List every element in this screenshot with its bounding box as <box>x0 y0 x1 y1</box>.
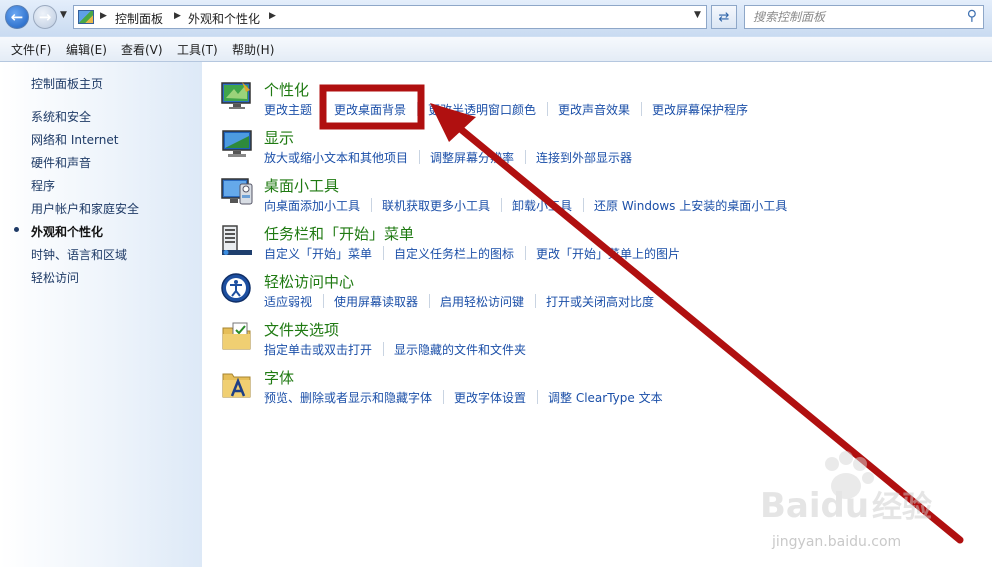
change-sound-effects-link[interactable]: 更改声音效果 <box>558 101 630 118</box>
high-contrast-link[interactable]: 打开或关闭高对比度 <box>546 293 654 310</box>
link-divider <box>583 198 584 212</box>
category-title[interactable]: 字体 <box>264 367 294 388</box>
link-divider <box>371 198 372 212</box>
restore-gadgets-link[interactable]: 还原 Windows 上安装的桌面小工具 <box>594 197 787 214</box>
link-divider <box>419 150 420 164</box>
menu-view[interactable]: 查看(V) <box>121 41 163 58</box>
sidebar-item-programs[interactable]: 程序 <box>31 177 55 194</box>
change-font-settings-link[interactable]: 更改字体设置 <box>454 389 526 406</box>
category-title[interactable]: 桌面小工具 <box>264 175 339 196</box>
display-icon[interactable] <box>220 128 254 160</box>
screen-reader-link[interactable]: 使用屏幕读取器 <box>334 293 418 310</box>
menu-edit[interactable]: 编辑(E) <box>66 41 107 58</box>
sidebar-home-link[interactable]: 控制面板主页 <box>31 75 103 92</box>
main-panel: 个性化 更改主题 更改桌面背景 更改半透明窗口颜色 更改声音效果 更改屏幕保护程… <box>202 62 992 567</box>
link-divider <box>323 294 324 308</box>
gadgets-icon[interactable] <box>220 176 254 208</box>
customize-taskbar-icons-link[interactable]: 自定义任务栏上的图标 <box>394 245 514 262</box>
add-gadgets-link[interactable]: 向桌面添加小工具 <box>264 197 360 214</box>
sidebar-item-appearance: 外观和个性化 <box>31 225 104 239</box>
customize-start-menu-link[interactable]: 自定义「开始」菜单 <box>264 245 372 262</box>
path-box[interactable]: ▶ 控制面板 ▶ 外观和个性化 ▶ <box>73 5 707 29</box>
link-divider <box>525 246 526 260</box>
breadcrumb-control-panel[interactable]: 控制面板 <box>115 10 163 27</box>
forward-arrow-icon: → <box>38 8 52 26</box>
change-desktop-background-link[interactable]: 更改桌面背景 <box>334 101 406 118</box>
low-vision-link[interactable]: 适应弱视 <box>264 293 312 310</box>
sidebar-item-hardware-sound[interactable]: 硬件和声音 <box>31 154 91 171</box>
search-box[interactable]: ⚲ <box>744 5 984 29</box>
refresh-icon: ⇄ <box>718 9 730 25</box>
link-divider <box>525 150 526 164</box>
adjust-cleartype-link[interactable]: 调整 ClearType 文本 <box>548 389 663 406</box>
category-title[interactable]: 任务栏和「开始」菜单 <box>264 223 414 244</box>
sidebar: 控制面板主页 系统和安全 网络和 Internet 硬件和声音 程序 用户帐户和… <box>0 62 202 567</box>
preview-delete-fonts-link[interactable]: 预览、删除或者显示和隐藏字体 <box>264 389 432 406</box>
link-divider <box>641 102 642 116</box>
category-title[interactable]: 文件夹选项 <box>264 319 339 340</box>
path-dropdown-icon[interactable]: ▼ <box>694 10 701 20</box>
access-keys-link[interactable]: 启用轻松访问键 <box>440 293 524 310</box>
control-panel-icon <box>78 10 94 24</box>
menu-tools[interactable]: 工具(T) <box>177 41 218 58</box>
link-divider <box>383 342 384 356</box>
back-arrow-icon: ← <box>10 8 24 26</box>
adjust-resolution-link[interactable]: 调整屏幕分辨率 <box>430 149 514 166</box>
address-bar: ← → ▼ ▶ 控制面板 ▶ 外观和个性化 ▶ ▼ ⇄ ⚲ <box>0 0 992 36</box>
forward-button[interactable]: → <box>33 5 57 29</box>
link-divider <box>443 390 444 404</box>
link-divider <box>547 102 548 116</box>
breadcrumb-arrow-icon[interactable]: ▶ <box>174 11 181 21</box>
category-title[interactable]: 显示 <box>264 127 294 148</box>
refresh-button[interactable]: ⇄ <box>711 5 737 29</box>
taskbar-icon[interactable] <box>220 224 254 256</box>
breadcrumb-arrow-icon[interactable]: ▶ <box>269 11 276 21</box>
search-input[interactable] <box>751 9 955 25</box>
sidebar-item-network[interactable]: 网络和 Internet <box>31 131 118 148</box>
link-divider <box>429 294 430 308</box>
search-icon[interactable]: ⚲ <box>967 8 977 24</box>
show-hidden-files-link[interactable]: 显示隐藏的文件和文件夹 <box>394 341 526 358</box>
sidebar-item-user-accounts[interactable]: 用户帐户和家庭安全 <box>31 200 139 217</box>
breadcrumb-arrow-icon[interactable]: ▶ <box>100 11 107 21</box>
personalization-icon[interactable] <box>220 80 254 112</box>
ease-of-access-icon[interactable] <box>220 272 254 304</box>
link-divider <box>537 390 538 404</box>
link-divider <box>417 102 418 116</box>
link-divider <box>383 246 384 260</box>
link-divider <box>501 198 502 212</box>
change-theme-link[interactable]: 更改主题 <box>264 101 312 118</box>
menu-help[interactable]: 帮助(H) <box>232 41 274 58</box>
sidebar-item-clock-region[interactable]: 时钟、语言和区域 <box>31 246 127 263</box>
menu-bar: 文件(F) 编辑(E) 查看(V) 工具(T) 帮助(H) <box>0 37 992 62</box>
uninstall-gadget-link[interactable]: 卸载小工具 <box>512 197 572 214</box>
change-window-color-link[interactable]: 更改半透明窗口颜色 <box>428 101 536 118</box>
back-button[interactable]: ← <box>5 5 29 29</box>
active-bullet-icon <box>14 227 19 232</box>
sidebar-item-system-security[interactable]: 系统和安全 <box>31 108 91 125</box>
change-screensaver-link[interactable]: 更改屏幕保护程序 <box>652 101 748 118</box>
category-title[interactable]: 轻松访问中心 <box>264 271 354 292</box>
connect-external-display-link[interactable]: 连接到外部显示器 <box>536 149 632 166</box>
change-start-menu-picture-link[interactable]: 更改「开始」菜单上的图片 <box>536 245 680 262</box>
link-divider <box>535 294 536 308</box>
category-title[interactable]: 个性化 <box>264 79 309 100</box>
single-double-click-link[interactable]: 指定单击或双击打开 <box>264 341 372 358</box>
folder-options-icon[interactable] <box>220 320 254 352</box>
scale-text-link[interactable]: 放大或缩小文本和其他项目 <box>264 149 408 166</box>
recent-pages-dropdown-icon[interactable]: ▼ <box>60 10 67 20</box>
watermark-url: jingyan.baidu.com <box>772 534 902 550</box>
menu-file[interactable]: 文件(F) <box>11 41 51 58</box>
get-more-gadgets-link[interactable]: 联机获取更多小工具 <box>382 197 490 214</box>
fonts-icon[interactable] <box>220 368 254 400</box>
breadcrumb-appearance[interactable]: 外观和个性化 <box>188 10 260 27</box>
sidebar-item-ease-of-access[interactable]: 轻松访问 <box>31 269 79 286</box>
link-divider <box>323 102 324 116</box>
